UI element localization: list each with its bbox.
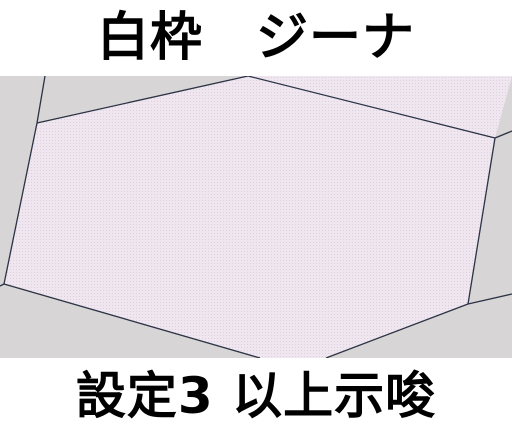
- bottom-caption: 設定3 以上示唆: [75, 367, 437, 425]
- white-frame-illustration: [0, 76, 512, 358]
- top-caption: 白枠 ジーナ: [96, 8, 415, 68]
